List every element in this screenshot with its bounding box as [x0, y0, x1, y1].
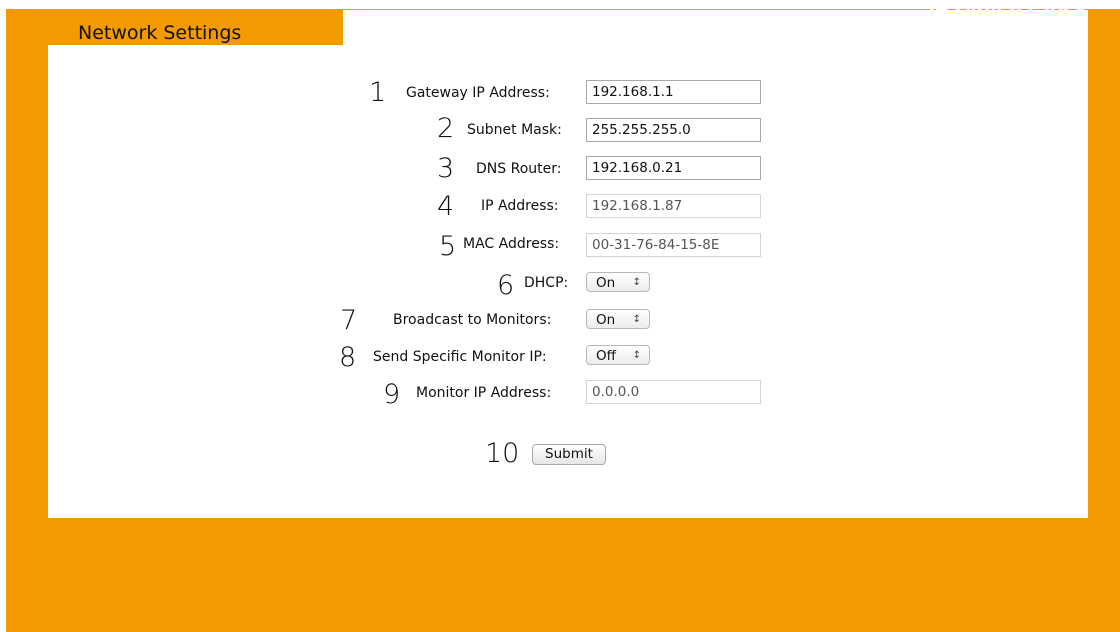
- step-number-8: 8: [339, 342, 357, 373]
- broadcast-label: Broadcast to Monitors:: [393, 312, 552, 328]
- broadcast-select-value: On: [596, 312, 616, 328]
- subnet-mask-input[interactable]: 255.255.255.0: [586, 118, 761, 142]
- mac-address-label: MAC Address:: [463, 236, 560, 252]
- step-number-1: 1: [369, 77, 387, 108]
- gateway-ip-input[interactable]: 192.168.1.1: [586, 80, 761, 104]
- dhcp-select-value: On: [596, 275, 616, 291]
- step-number-4: 4: [437, 191, 455, 222]
- step-number-5: 5: [439, 231, 457, 262]
- page-tab-network-settings: Network Settings: [78, 22, 242, 44]
- gateway-ip-label: Gateway IP Address:: [406, 85, 550, 101]
- send-specific-select-value: Off: [596, 348, 616, 364]
- dhcp-select[interactable]: On ↕: [586, 272, 650, 292]
- step-number-7: 7: [340, 305, 358, 336]
- up-down-arrows-icon: ↕: [632, 314, 641, 325]
- ip-address-field: 192.168.1.87: [586, 194, 761, 218]
- broadcast-select[interactable]: On ↕: [586, 309, 650, 329]
- panel-top: [343, 10, 1088, 50]
- up-down-arrows-icon: ↕: [632, 277, 641, 288]
- dhcp-label: DHCP:: [524, 275, 569, 291]
- step-number-10: 10: [485, 438, 520, 469]
- send-specific-select[interactable]: Off ↕: [586, 345, 650, 365]
- dns-router-input[interactable]: 192.168.0.21: [586, 156, 761, 180]
- mac-address-field: 00-31-76-84-15-8E: [586, 233, 761, 257]
- send-specific-label: Send Specific Monitor IP:: [373, 349, 547, 365]
- step-number-3: 3: [437, 153, 455, 184]
- monitor-ip-input[interactable]: 0.0.0.0: [586, 380, 761, 404]
- submit-button[interactable]: Submit: [532, 444, 606, 465]
- up-down-arrows-icon: ↕: [632, 350, 641, 361]
- dns-router-label: DNS Router:: [476, 161, 562, 177]
- subnet-mask-label: Subnet Mask:: [467, 122, 562, 138]
- step-number-6: 6: [497, 270, 515, 301]
- step-number-2: 2: [437, 113, 455, 144]
- monitor-ip-label: Monitor IP Address:: [416, 385, 552, 401]
- ip-address-label: IP Address:: [481, 198, 559, 214]
- step-number-9: 9: [383, 379, 401, 410]
